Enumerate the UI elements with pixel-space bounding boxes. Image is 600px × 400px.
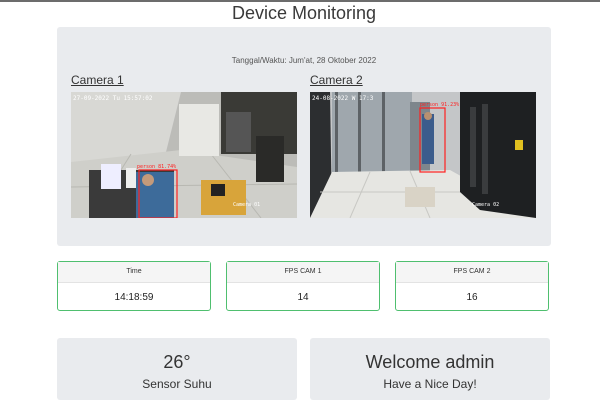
camera-2-overlay-label: Camera 02: [472, 202, 499, 208]
stat-card-fps-cam-2: FPS CAM 2 16: [395, 261, 549, 311]
camera-2-image: person 91.23% 24-08-2022 W 17:3 Camera 0…: [310, 92, 536, 218]
camera-1-title[interactable]: Camera 1: [71, 73, 124, 87]
stat-header-fps-cam-2: FPS CAM 2: [396, 262, 548, 283]
welcome-panel: Welcome admin Have a Nice Day!: [310, 338, 550, 400]
camera-1-image: person 81.74% 27-09-2022 Tu 15:57:02 Cam…: [71, 92, 297, 218]
sensor-panel: 26° Sensor Suhu: [57, 338, 297, 400]
stat-card-time: Time 14:18:59: [57, 261, 211, 311]
stat-value-time: 14:18:59: [114, 292, 154, 303]
stat-value-fps-cam-2: 16: [466, 292, 478, 303]
welcome-title: Welcome admin: [365, 352, 495, 372]
stat-card-fps-cam-1: FPS CAM 1 14: [226, 261, 380, 311]
camera-1-detection-label: person 81.74%: [137, 164, 176, 170]
welcome-subtitle: Have a Nice Day!: [383, 377, 477, 391]
camera-1-timestamp: 27-09-2022 Tu 15:57:02: [73, 95, 153, 102]
camera-2-title[interactable]: Camera 2: [310, 73, 363, 87]
page-title: Device Monitoring: [231, 3, 377, 23]
stat-value-fps-cam-1: 14: [297, 292, 309, 303]
camera-2-feed[interactable]: person 91.23% 24-08-2022 W 17:3 Camera 0…: [310, 92, 536, 218]
sensor-label: Sensor Suhu: [142, 377, 212, 391]
camera-2-timestamp: 24-08-2022 W 17:3: [312, 95, 374, 102]
camera-panel: Tanggal/Waktu: Jum'at, 28 Oktober 2022 C…: [57, 27, 551, 246]
stat-header-time: Time: [58, 262, 210, 283]
camera-1-overlay-label: Camera 01: [233, 202, 260, 208]
datetime-text: Tanggal/Waktu: Jum'at, 28 Oktober 2022: [231, 56, 377, 65]
top-border: [0, 0, 600, 2]
camera-1-feed[interactable]: person 81.74% 27-09-2022 Tu 15:57:02 Cam…: [71, 92, 297, 218]
stat-header-fps-cam-1: FPS CAM 1: [227, 262, 379, 283]
camera-2-detection-label: person 91.23%: [420, 102, 459, 108]
sensor-temperature-value: 26°: [163, 352, 191, 372]
